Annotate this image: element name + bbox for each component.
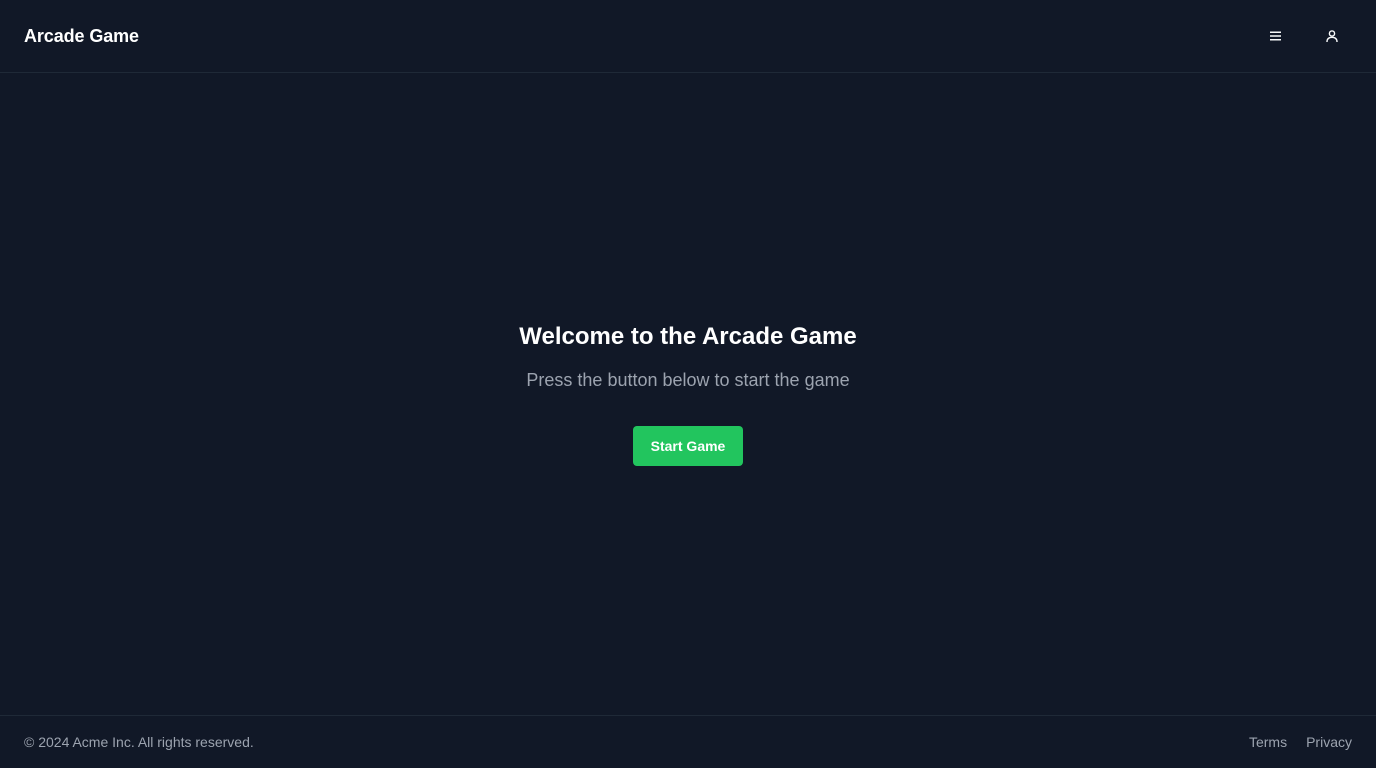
user-button[interactable]	[1312, 16, 1352, 56]
menu-button[interactable]	[1256, 16, 1296, 56]
start-game-button[interactable]: Start Game	[633, 425, 743, 466]
footer-links: Terms Privacy	[1249, 734, 1352, 750]
top-header: Arcade Game	[0, 0, 1376, 73]
app-root: Arcade Game Welcome to the Arcade Game P…	[0, 0, 1376, 768]
user-icon	[1325, 29, 1339, 43]
hero-subtitle: Press the button below to start the game	[526, 369, 850, 390]
footer-link-terms[interactable]: Terms	[1249, 734, 1287, 750]
main-content: Welcome to the Arcade Game Press the but…	[0, 73, 1376, 715]
menu-icon	[1269, 30, 1283, 42]
hero-title: Welcome to the Arcade Game	[519, 322, 857, 350]
footer-link-privacy[interactable]: Privacy	[1306, 734, 1352, 750]
brand-title: Arcade Game	[24, 25, 139, 46]
footer: © 2024 Acme Inc. All rights reserved. Te…	[0, 715, 1376, 768]
header-actions	[1256, 16, 1352, 56]
copyright-text: © 2024 Acme Inc. All rights reserved.	[24, 734, 254, 750]
